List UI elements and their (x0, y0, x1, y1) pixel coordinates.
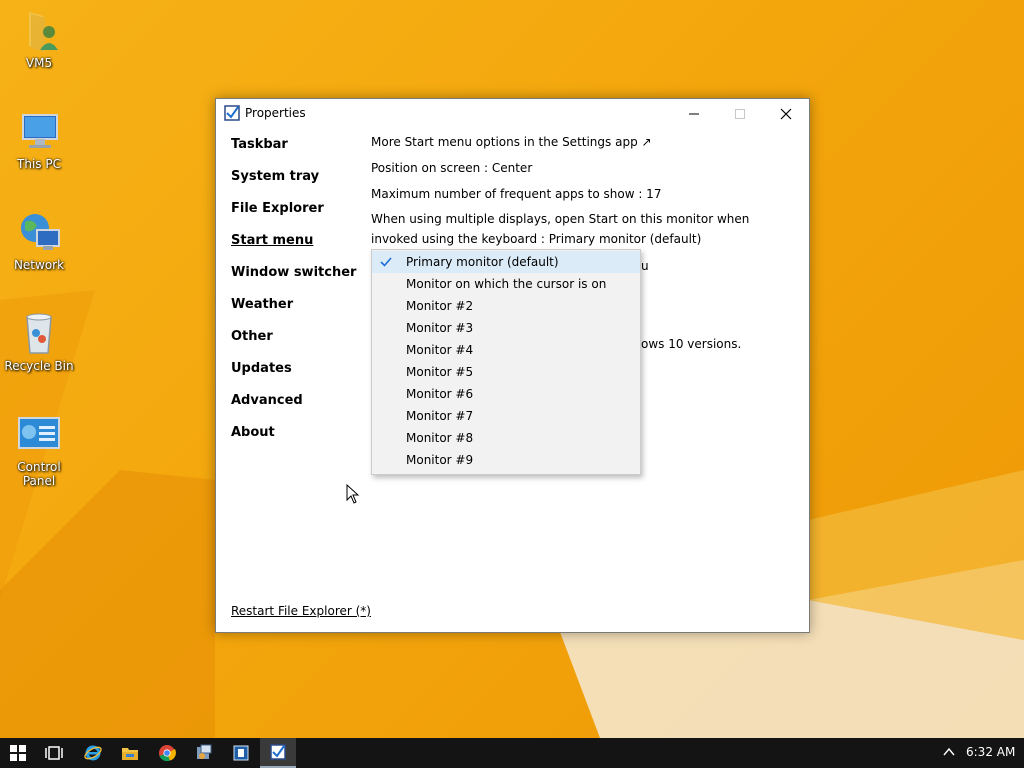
checkbox-app-icon (224, 105, 240, 121)
task-view-icon (45, 746, 63, 760)
dropdown-item-label: Primary monitor (default) (406, 255, 559, 269)
start-button[interactable] (0, 738, 36, 768)
minimize-icon (689, 113, 699, 115)
dropdown-item-label: Monitor #7 (406, 409, 474, 423)
app-icon-1 (197, 744, 212, 759)
start-icon (10, 745, 26, 761)
dropdown-item-label: Monitor #8 (406, 431, 474, 445)
dropdown-item-monitor-5[interactable]: Monitor #5 (372, 361, 640, 383)
sidebar-item-taskbar[interactable]: Taskbar (231, 137, 371, 169)
desktop-icon-label: Network (13, 258, 65, 272)
properties-app-icon (270, 744, 286, 760)
dropdown-item-monitor-4[interactable]: Monitor #4 (372, 339, 640, 361)
desktop-icon-vm5[interactable]: VM5 (1, 6, 77, 70)
desktop-icon-recycle-bin[interactable]: Recycle Bin (1, 309, 77, 373)
taskbar-properties-app[interactable] (260, 738, 296, 768)
task-view-button[interactable] (36, 738, 72, 768)
taskbar-file-explorer[interactable] (112, 738, 148, 768)
taskbar-app-2[interactable] (223, 738, 259, 768)
dropdown-item-label: Monitor #2 (406, 299, 474, 313)
dropdown-item-label: Monitor #3 (406, 321, 474, 335)
dropdown-item-cursor-monitor[interactable]: Monitor on which the cursor is on (372, 273, 640, 295)
recycle-bin-icon (26, 313, 52, 354)
dropdown-item-label: Monitor #9 (406, 453, 474, 467)
checkmark-icon (380, 257, 392, 267)
sidebar-item-file-explorer[interactable]: File Explorer (231, 201, 371, 233)
multi-display-option[interactable]: When using multiple displays, open Start… (371, 209, 791, 249)
sidebar-item-system-tray[interactable]: System tray (231, 169, 371, 201)
taskbar: 6:32 AM (0, 738, 1024, 768)
chrome-icon (159, 745, 176, 762)
desktop-icon-label: VM5 (25, 56, 53, 70)
dropdown-item-label: Monitor #5 (406, 365, 474, 379)
hidden-option-fragment[interactable]: ows 10 versions. (641, 337, 741, 351)
mouse-cursor-icon (346, 484, 360, 504)
dropdown-item-monitor-3[interactable]: Monitor #3 (372, 317, 640, 339)
desktop-icon-control-panel[interactable]: Control Panel (1, 410, 77, 488)
desktop-icon-label: Control Panel (17, 460, 61, 488)
sidebar-item-weather[interactable]: Weather (231, 297, 371, 329)
dropdown-item-monitor-2[interactable]: Monitor #2 (372, 295, 640, 317)
max-apps-option[interactable]: Maximum number of frequent apps to show … (371, 187, 661, 201)
desktop-icon-label: Recycle Bin (4, 359, 74, 373)
desktop-icon-network[interactable]: Network (1, 208, 77, 272)
sidebar-item-start-menu[interactable]: Start menu (231, 233, 371, 265)
settings-sidebar: Taskbar System tray File Explorer Start … (231, 137, 371, 457)
dropdown-item-label: Monitor on which the cursor is on (406, 277, 607, 291)
taskbar-clock[interactable]: 6:32 AM (966, 745, 1015, 759)
sidebar-item-about[interactable]: About (231, 425, 371, 457)
hidden-option-fragment[interactable]: u (641, 259, 649, 273)
folder-user-icon (29, 12, 58, 52)
taskbar-app-1[interactable] (186, 738, 222, 768)
sidebar-item-updates[interactable]: Updates (231, 361, 371, 393)
computer-icon (22, 114, 58, 148)
dropdown-item-monitor-6[interactable]: Monitor #6 (372, 383, 640, 405)
dropdown-item-monitor-8[interactable]: Monitor #8 (372, 427, 640, 449)
network-icon (21, 214, 60, 250)
settings-app-link[interactable]: More Start menu options in the Settings … (371, 135, 652, 149)
window-title: Properties (245, 106, 306, 120)
sidebar-item-other[interactable]: Other (231, 329, 371, 361)
show-hidden-icons-chevron-icon[interactable] (942, 745, 956, 759)
taskbar-chrome[interactable] (149, 738, 185, 768)
internet-explorer-icon (84, 745, 102, 761)
close-icon (780, 108, 792, 120)
restart-file-explorer-link[interactable]: Restart File Explorer (*) (231, 604, 371, 618)
desktop-icon-label: This PC (17, 157, 61, 171)
taskbar-internet-explorer[interactable] (75, 738, 111, 768)
sidebar-item-window-switcher[interactable]: Window switcher (231, 265, 371, 297)
app-icon-2 (233, 745, 249, 761)
monitor-dropdown-list: Primary monitor (default) Monitor on whi… (371, 249, 641, 475)
control-panel-icon (18, 417, 60, 449)
title-bar[interactable]: Properties (216, 99, 809, 129)
maximize-button[interactable] (717, 99, 763, 129)
minimize-button[interactable] (671, 99, 717, 129)
dropdown-item-monitor-9[interactable]: Monitor #9 (372, 449, 640, 471)
dropdown-item-label: Monitor #6 (406, 387, 474, 401)
position-option[interactable]: Position on screen : Center (371, 161, 532, 175)
sidebar-item-advanced[interactable]: Advanced (231, 393, 371, 425)
dropdown-item-primary-monitor[interactable]: Primary monitor (default) (372, 251, 640, 273)
close-button[interactable] (763, 99, 809, 129)
file-explorer-icon (122, 748, 138, 760)
desktop-icon-this-pc[interactable]: This PC (1, 107, 77, 171)
dropdown-item-monitor-7[interactable]: Monitor #7 (372, 405, 640, 427)
dropdown-item-label: Monitor #4 (406, 343, 474, 357)
maximize-icon (735, 109, 745, 119)
